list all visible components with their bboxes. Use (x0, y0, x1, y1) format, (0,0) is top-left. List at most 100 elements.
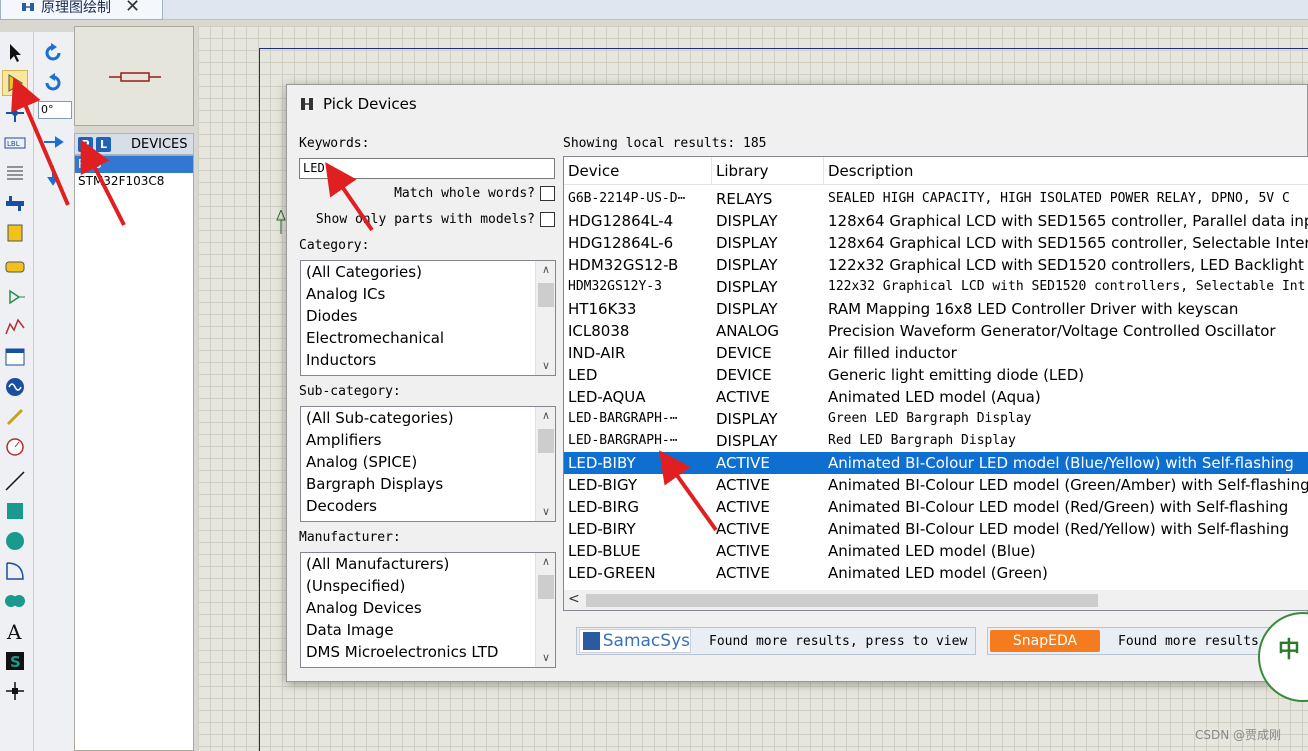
text-icon[interactable]: A (2, 618, 28, 644)
symbol-icon[interactable]: S (2, 648, 28, 674)
instrument-icon[interactable] (2, 434, 28, 460)
manufacturer-item[interactable]: (All Manufacturers) (301, 553, 555, 575)
table-row[interactable]: LED-GREEN ACTIVE Animated LED model (Green… (564, 562, 1308, 584)
tab-schematic[interactable]: 原理图绘制 ✕ (0, 0, 163, 20)
table-row[interactable]: HT16K33 DISPLAY RAM Mapping 16x8 LED Contr… (564, 298, 1308, 320)
category-item[interactable]: Inductors (301, 349, 555, 371)
subcategory-item[interactable]: Amplifiers (301, 429, 555, 451)
table-row[interactable]: IND-AIR DEVICE Air filled inductor (564, 342, 1308, 364)
manufacturer-item[interactable]: (Unspecified) (301, 575, 555, 597)
chevron-up-icon[interactable]: ∧ (536, 261, 555, 279)
mirror-y-icon[interactable] (40, 162, 66, 188)
subcategory-item[interactable]: Decoders (301, 495, 555, 517)
results-hscrollbar[interactable]: < (564, 590, 1308, 610)
svg-text:LBL: LBL (7, 140, 20, 148)
box-icon[interactable] (2, 498, 28, 524)
chevron-up-icon[interactable]: ∧ (536, 407, 555, 425)
subcategory-item[interactable]: (All Sub-categories) (301, 407, 555, 429)
cell-device: HDM32GS12-B (568, 256, 679, 274)
cell-description: Precision Waveform Generator/Voltage Con… (828, 322, 1276, 340)
text-script-icon[interactable] (2, 160, 28, 186)
table-row[interactable]: LED DEVICE Generic light emitting diode (L… (564, 364, 1308, 386)
category-item[interactable]: Analog ICs (301, 283, 555, 305)
chevron-down-icon[interactable]: ∨ (536, 357, 555, 375)
cell-description: Green LED Bargraph Display (828, 411, 1032, 426)
terminal-icon[interactable] (2, 254, 28, 280)
table-row[interactable]: HDG12864L-6 DISPLAY 128x64 Graphical LCD w… (564, 232, 1308, 254)
table-row[interactable]: LED-BARGRAPH-⋯ DISPLAY Red LED Bargraph Di… (564, 430, 1308, 452)
cell-description: 128x64 Graphical LCD with SED1565 contro… (828, 234, 1308, 252)
device-list-item[interactable]: STM32F103C8 (75, 173, 193, 190)
wire-label-icon[interactable]: LBL (2, 130, 28, 156)
scroll-thumb[interactable] (586, 594, 1098, 607)
subcategory-item[interactable]: Bargraph Displays (301, 473, 555, 495)
column-header-device[interactable]: Device (564, 157, 712, 185)
column-header-description[interactable]: Description (824, 157, 1308, 185)
category-item[interactable]: (All Categories) (301, 261, 555, 283)
show-only-models-checkbox[interactable] (540, 212, 555, 227)
manufacturer-scrollbar[interactable]: ∧ ∨ (535, 553, 555, 667)
manufacturer-item[interactable]: Analog Devices (301, 597, 555, 619)
table-row[interactable]: LED-BIBY ACTIVE Animated BI-Colour LED mod… (564, 452, 1308, 474)
marker-icon[interactable] (2, 678, 28, 704)
selection-mode-icon[interactable] (2, 40, 28, 66)
line-icon[interactable] (2, 468, 28, 494)
cell-library: ACTIVE (716, 476, 770, 494)
rotation-angle-field[interactable]: 0° (38, 101, 72, 119)
arc-icon[interactable] (2, 558, 28, 584)
table-row[interactable]: LED-BIRG ACTIVE Animated BI-Colour LED mod… (564, 496, 1308, 518)
table-row[interactable]: LED-BARGRAPH-⋯ DISPLAY Green LED Bargraph … (564, 408, 1308, 430)
chevron-left-icon[interactable]: < (568, 591, 580, 607)
table-row[interactable]: LED-BIGY ACTIVE Animated BI-Colour LED mod… (564, 474, 1308, 496)
chevron-down-icon[interactable]: ∨ (536, 649, 555, 667)
category-scrollbar[interactable]: ∧ ∨ (535, 261, 555, 375)
pick-devices-button[interactable]: P (78, 136, 93, 152)
probe-icon[interactable] (2, 404, 28, 430)
pin-icon[interactable] (2, 284, 28, 310)
snapeda-text: Found more results (1118, 633, 1259, 649)
cell-library: ACTIVE (716, 520, 770, 538)
subcategory-item[interactable]: Analog (SPICE) (301, 451, 555, 473)
table-row[interactable]: LED-AQUA ACTIVE Animated LED model (Aqua) (564, 386, 1308, 408)
library-manager-button[interactable]: L (96, 136, 111, 152)
table-row[interactable]: LED-BIRY ACTIVE Animated BI-Colour LED mod… (564, 518, 1308, 540)
sheet-border (259, 48, 260, 751)
table-row[interactable]: HDG12864L-4 DISPLAY 128x64 Graphical LCD w… (564, 210, 1308, 232)
subcircuit-icon[interactable] (2, 220, 28, 246)
table-row[interactable]: ICL8038 ANALOG Precision Waveform Generato… (564, 320, 1308, 342)
table-row[interactable]: HDM32GS12Y-3 DISPLAY 122x32 Graphical LCD … (564, 276, 1308, 298)
manufacturer-item[interactable]: DMS Microelectronics LTD (301, 641, 555, 663)
match-whole-words-checkbox[interactable] (540, 186, 555, 201)
mirror-x-icon[interactable] (40, 129, 66, 155)
tape-recorder-icon[interactable] (2, 344, 28, 370)
cell-library: DISPLAY (716, 234, 778, 252)
subcategory-scrollbar[interactable]: ∧ ∨ (535, 407, 555, 521)
manufacturer-item[interactable]: Data Image (301, 619, 555, 641)
tab-bar: 原理图绘制 ✕ (0, 0, 1308, 20)
cell-device: LED-BIBY (568, 454, 636, 472)
circle-icon[interactable] (2, 528, 28, 554)
category-item[interactable]: Electromechanical (301, 327, 555, 349)
rotate-clockwise-icon[interactable] (40, 40, 66, 66)
bus-icon[interactable] (2, 190, 28, 216)
graph-icon[interactable] (2, 314, 28, 340)
keywords-input[interactable]: LED (299, 158, 555, 179)
cell-device: G6B-2214P-US-D⋯ (568, 191, 686, 206)
cell-description: Animated LED model (Aqua) (828, 388, 1041, 406)
results-count: Showing local results: 185 (563, 136, 767, 151)
rotate-anticlockwise-icon[interactable] (40, 70, 66, 96)
samacsys-bar[interactable]: SamacSys Found more results, press to vi… (576, 627, 976, 655)
generator-icon[interactable] (2, 374, 28, 400)
path-icon[interactable] (2, 588, 28, 614)
column-header-library[interactable]: Library (712, 157, 824, 185)
chevron-down-icon[interactable]: ∨ (536, 503, 555, 521)
table-row[interactable]: HDM32GS12-B DISPLAY 122x32 Graphical LCD w… (564, 254, 1308, 276)
chevron-up-icon[interactable]: ∧ (536, 553, 555, 571)
close-icon[interactable]: ✕ (125, 0, 140, 17)
device-list-item[interactable]: RES (75, 156, 193, 173)
table-row[interactable]: LED-BLUE ACTIVE Animated LED model (Blue) (564, 540, 1308, 562)
junction-icon[interactable] (2, 100, 28, 126)
category-item[interactable]: Diodes (301, 305, 555, 327)
component-mode-icon[interactable] (2, 70, 28, 96)
table-row[interactable]: G6B-2214P-US-D⋯ RELAYS SEALED HIGH CAPACIT… (564, 188, 1308, 210)
